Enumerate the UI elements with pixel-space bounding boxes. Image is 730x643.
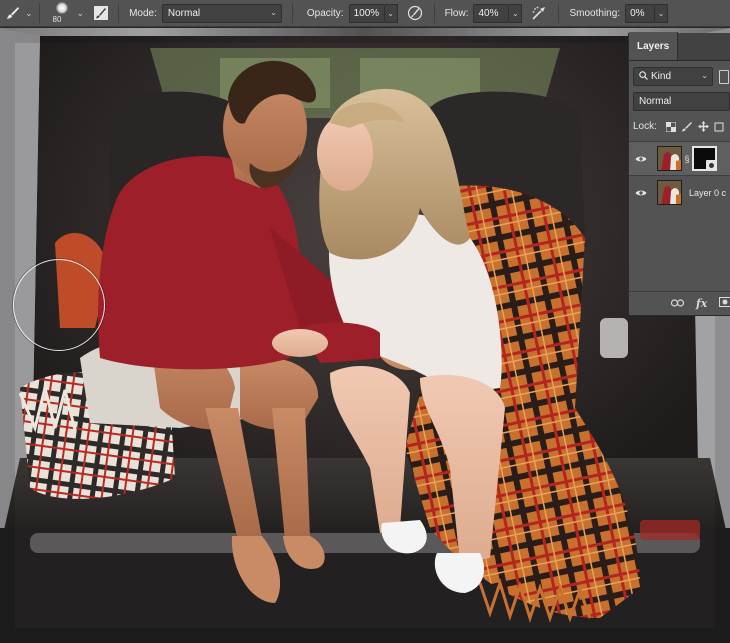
blend-mode-value: Normal (639, 96, 672, 107)
layer-row[interactable]: Layer 0 c (629, 175, 730, 209)
brush-tool-icon[interactable] (2, 2, 24, 24)
brush-preset-picker[interactable]: 80 (50, 0, 74, 26)
lock-label: Lock: (633, 121, 657, 132)
mode-select[interactable]: Normal ⌄ (161, 3, 282, 23)
image-filter-icon[interactable] (719, 69, 729, 84)
brush-cursor (13, 259, 105, 351)
layer-mask-thumbnail[interactable] (692, 146, 717, 171)
layers-panel-footer: fx (629, 291, 730, 315)
flow-slider-toggle[interactable]: ⌄ (509, 3, 523, 23)
chain-link-icon[interactable]: § (683, 154, 691, 164)
opacity-input[interactable]: 100% (348, 3, 385, 23)
document-canvas[interactable] (0, 28, 730, 643)
opacity-value: 100% (353, 7, 380, 19)
flow-value: 40% (478, 7, 499, 19)
blend-mode-select[interactable]: Normal (633, 92, 730, 111)
layers-panel: Layers Kind ⌄ Normal Lock: § Layer 0 c f… (628, 32, 730, 316)
opacity-label: Opacity: (306, 7, 344, 19)
photo-artwork (0, 28, 730, 643)
chevron-down-icon: ⌄ (701, 71, 708, 80)
brush-settings-panel-icon[interactable] (90, 2, 112, 24)
pen-pressure-icon[interactable] (404, 2, 426, 24)
smoothing-slider-toggle[interactable]: ⌄ (655, 3, 669, 23)
layer-thumbnail (657, 180, 682, 205)
airbrush-icon[interactable] (528, 2, 550, 24)
blend-row: Normal (629, 89, 730, 114)
mode-label: Mode: (129, 7, 157, 19)
smoothing-input[interactable]: 0% (625, 3, 656, 23)
filter-row: Kind ⌄ (629, 64, 730, 89)
opacity-slider-toggle[interactable]: ⌄ (384, 3, 398, 23)
layer-row[interactable]: § (629, 141, 730, 175)
tab-layers[interactable]: Layers (629, 32, 679, 60)
divider (558, 3, 560, 23)
visibility-eye-icon[interactable] (629, 189, 653, 197)
layer-filter-select[interactable]: Kind ⌄ (633, 67, 713, 86)
layer-filter-value: Kind (651, 71, 672, 82)
mode-value: Normal (167, 7, 201, 19)
layer-name: Layer 0 c (689, 187, 727, 198)
lock-transparent-pixels-icon[interactable] (665, 121, 676, 132)
layer-thumbnail (657, 146, 682, 171)
smoothing-label: Smoothing: (569, 7, 621, 19)
add-mask-icon[interactable] (719, 297, 730, 310)
flow-label: Flow: (444, 7, 469, 19)
smoothing-value: 0% (630, 7, 645, 19)
panel-tab-bar: Layers (629, 32, 730, 61)
divider (38, 3, 40, 23)
divider (433, 3, 435, 23)
brush-size-value: 80 (52, 15, 62, 24)
brush-picker-chevron-icon[interactable]: ⌄ (77, 8, 85, 19)
flow-input[interactable]: 40% (473, 3, 510, 23)
lock-image-pixels-icon[interactable] (681, 121, 693, 132)
visibility-eye-icon[interactable] (629, 155, 653, 163)
link-layers-icon[interactable] (670, 298, 685, 310)
divider (118, 3, 120, 23)
chevron-down-icon: ⌄ (270, 7, 277, 17)
lock-row: Lock: (629, 114, 730, 139)
divider (291, 3, 293, 23)
search-icon (639, 70, 648, 83)
options-bar: ⌄ 80 ⌄ Mode: Normal ⌄ Opacity: 100% ⌄ Fl… (0, 0, 730, 27)
tool-preset-chevron-icon[interactable]: ⌄ (25, 8, 33, 19)
layer-effects-button[interactable]: fx (696, 297, 707, 310)
brush-tip-preview-icon (55, 2, 68, 14)
lock-artboard-icon[interactable] (714, 122, 725, 132)
lock-position-icon[interactable] (697, 121, 709, 132)
mask-badge-icon (706, 160, 717, 171)
layers-empty-area (629, 255, 730, 291)
